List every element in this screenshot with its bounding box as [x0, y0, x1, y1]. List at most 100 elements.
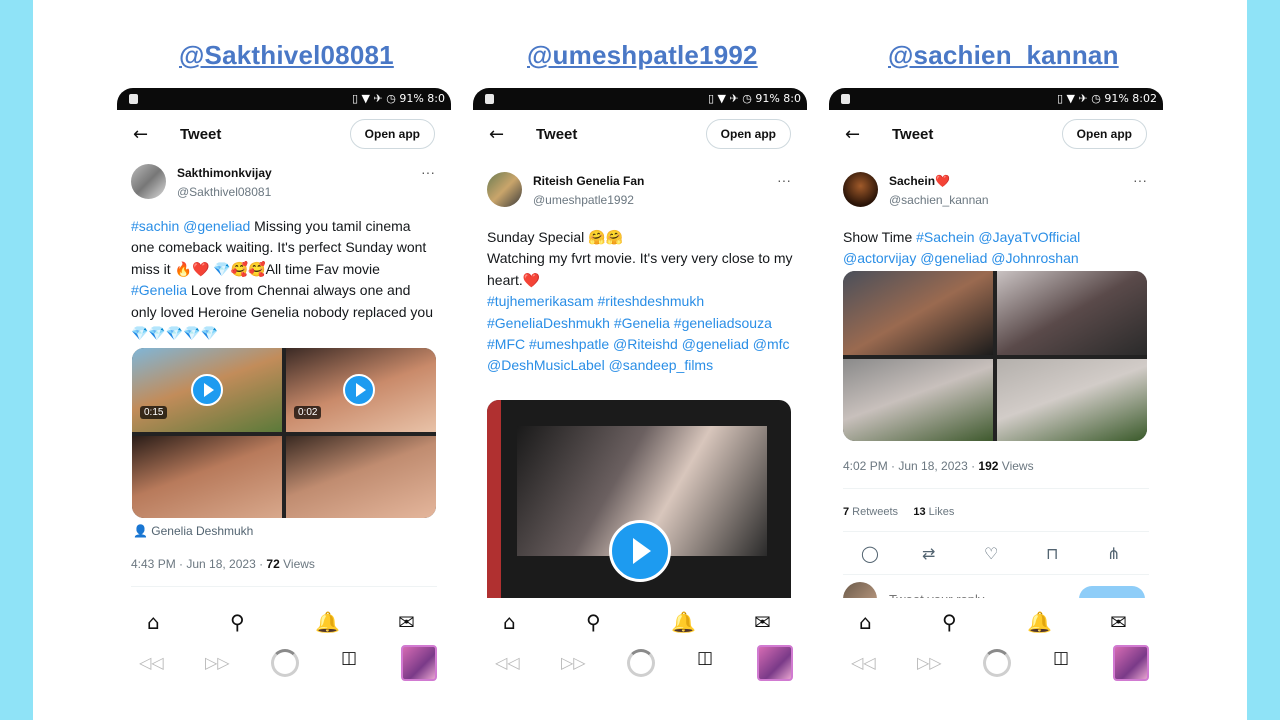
reload-icon[interactable]	[983, 649, 1011, 677]
messages-icon[interactable]: ✉	[398, 610, 415, 634]
reply-icon[interactable]: ◯	[861, 544, 879, 563]
reload-icon[interactable]	[271, 649, 299, 677]
handle-heading-2[interactable]: @umeshpatle1992	[527, 40, 758, 71]
tweet-text-line: Sunday Special 🤗🤗	[487, 229, 624, 245]
tweet-video[interactable]	[487, 400, 791, 600]
hashtag-links[interactable]: #tujhemerikasam #riteshdeshmukh #Genelia…	[487, 291, 793, 377]
author-name[interactable]: Sakthimonkvijay	[177, 166, 272, 180]
image-thumbnail-2[interactable]	[997, 271, 1147, 355]
notifications-icon[interactable]: 🔔	[1027, 610, 1052, 634]
search-icon[interactable]: ⚲	[586, 610, 601, 634]
retweets-label[interactable]: Retweets	[849, 506, 898, 518]
open-app-button[interactable]: Open app	[1061, 119, 1147, 149]
video-thumbnail-2[interactable]: 0:02	[286, 348, 436, 432]
notification-icon	[841, 94, 850, 104]
image-thumbnail-1[interactable]	[843, 271, 993, 355]
likes-label[interactable]: Likes	[926, 506, 955, 518]
messages-icon[interactable]: ✉	[754, 610, 771, 634]
bookmark-icon[interactable]: ⊓	[1046, 544, 1058, 563]
like-icon[interactable]: ♡	[984, 544, 998, 563]
retweet-icon[interactable]: ⇄	[922, 544, 935, 563]
author-handle[interactable]: @Sakthivel08081	[177, 185, 271, 199]
battery-text: 91%	[399, 92, 424, 105]
profile-thumbnail[interactable]	[401, 645, 437, 681]
handle-heading-3[interactable]: @sachien_kannan	[888, 40, 1119, 71]
avatar[interactable]	[131, 164, 166, 199]
phone-2: ▯ ▼ ✈ ◷ 91% 8:0 ← Tweet Open app Riteish…	[473, 88, 807, 688]
image-thumbnail-4[interactable]	[997, 359, 1147, 441]
bottom-nav: ⌂ ⚲ 🔔 ✉ ◁◁ ▷▷ ◫	[473, 598, 807, 688]
play-icon[interactable]	[191, 374, 223, 406]
tweet-text-part: Show Time	[843, 229, 917, 245]
home-icon[interactable]: ⌂	[859, 610, 872, 634]
profile-thumbnail[interactable]	[757, 645, 793, 681]
tweet-timestamp: 4:43 PM · Jun 18, 2023 ·	[131, 557, 267, 571]
wifi-icon: ▼	[361, 92, 371, 105]
hashtag-link[interactable]: #Genelia	[131, 282, 187, 298]
tabs-icon[interactable]: ◫	[341, 648, 357, 668]
notifications-icon[interactable]: 🔔	[671, 610, 696, 634]
avatar[interactable]	[487, 172, 522, 207]
browser-forward-icon[interactable]: ▷▷	[917, 653, 942, 672]
tweet-topbar: ← Tweet Open app	[117, 110, 451, 158]
status-icons: ▯ ▼ ✈ ◷ 91% 8:0	[708, 92, 801, 105]
more-options-icon[interactable]: ···	[1133, 172, 1147, 188]
home-icon[interactable]: ⌂	[503, 610, 516, 634]
reload-icon[interactable]	[627, 649, 655, 677]
handle-heading-1[interactable]: @Sakthivel08081	[179, 40, 394, 71]
image-thumbnail-3[interactable]	[843, 359, 993, 441]
open-app-button[interactable]: Open app	[349, 119, 435, 149]
more-options-icon[interactable]: ···	[777, 172, 791, 188]
vibrate-icon: ▯	[351, 92, 359, 105]
tabs-icon[interactable]: ◫	[1053, 648, 1069, 668]
tweet-text-line: Watching my fvrt movie. It's very very c…	[487, 250, 793, 288]
back-arrow-icon[interactable]: ←	[845, 124, 860, 145]
page-title: Tweet	[180, 126, 222, 143]
more-options-icon[interactable]: ···	[421, 164, 435, 180]
browser-forward-icon[interactable]: ▷▷	[561, 653, 586, 672]
hashtag-link[interactable]: #sachin @geneliad	[131, 218, 250, 234]
tagged-name: Genelia Deshmukh	[151, 524, 254, 538]
avatar[interactable]	[843, 172, 878, 207]
play-icon[interactable]	[609, 520, 671, 582]
author-handle[interactable]: @sachien_kannan	[889, 193, 989, 207]
browser-back-icon[interactable]: ◁◁	[139, 653, 164, 672]
back-arrow-icon[interactable]: ←	[489, 124, 504, 145]
search-icon[interactable]: ⚲	[942, 610, 957, 634]
tabs-icon[interactable]: ◫	[697, 648, 713, 668]
back-arrow-icon[interactable]: ←	[133, 124, 148, 145]
tweet-author: Sakthimonkvijay @Sakthivel08081 ···	[117, 158, 451, 210]
profile-thumbnail[interactable]	[1113, 645, 1149, 681]
wifi-icon: ▼	[1066, 92, 1076, 105]
like-count[interactable]: 13	[913, 506, 925, 518]
browser-back-icon[interactable]: ◁◁	[851, 653, 876, 672]
share-icon[interactable]: ⋔	[1107, 544, 1120, 563]
tweet-text: Sunday Special 🤗🤗 Watching my fvrt movie.…	[473, 227, 807, 377]
divider	[843, 488, 1149, 489]
page-title: Tweet	[536, 126, 578, 143]
messages-icon[interactable]: ✉	[1110, 610, 1127, 634]
status-bar: ▯ ▼ ✈ ◷ 91% 8:02	[829, 88, 1163, 110]
view-count: 192	[978, 459, 999, 473]
tweet-media-grid: 0:15 0:02	[132, 348, 436, 518]
home-icon[interactable]: ⌂	[147, 610, 160, 634]
search-icon[interactable]: ⚲	[230, 610, 245, 634]
browser-back-icon[interactable]: ◁◁	[495, 653, 520, 672]
airplane-icon: ✈	[373, 92, 383, 105]
alarm-icon: ◷	[1091, 92, 1101, 105]
browser-forward-icon[interactable]: ▷▷	[205, 653, 230, 672]
status-icons: ▯ ▼ ✈ ◷ 91% 8:02	[1057, 92, 1157, 105]
author-name[interactable]: Riteish Genelia Fan	[533, 174, 644, 188]
image-thumbnail-3[interactable]	[132, 436, 282, 518]
tagged-user[interactable]: 👤 Genelia Deshmukh	[133, 524, 253, 538]
tweet-media-grid	[843, 271, 1147, 441]
video-duration: 0:02	[294, 406, 322, 419]
notification-icon	[485, 94, 494, 104]
notifications-icon[interactable]: 🔔	[315, 610, 340, 634]
play-icon[interactable]	[343, 374, 375, 406]
video-thumbnail-1[interactable]: 0:15	[132, 348, 282, 432]
image-thumbnail-4[interactable]	[286, 436, 436, 518]
author-name[interactable]: Sachein❤️	[889, 174, 950, 188]
author-handle[interactable]: @umeshpatle1992	[533, 193, 634, 207]
open-app-button[interactable]: Open app	[705, 119, 791, 149]
